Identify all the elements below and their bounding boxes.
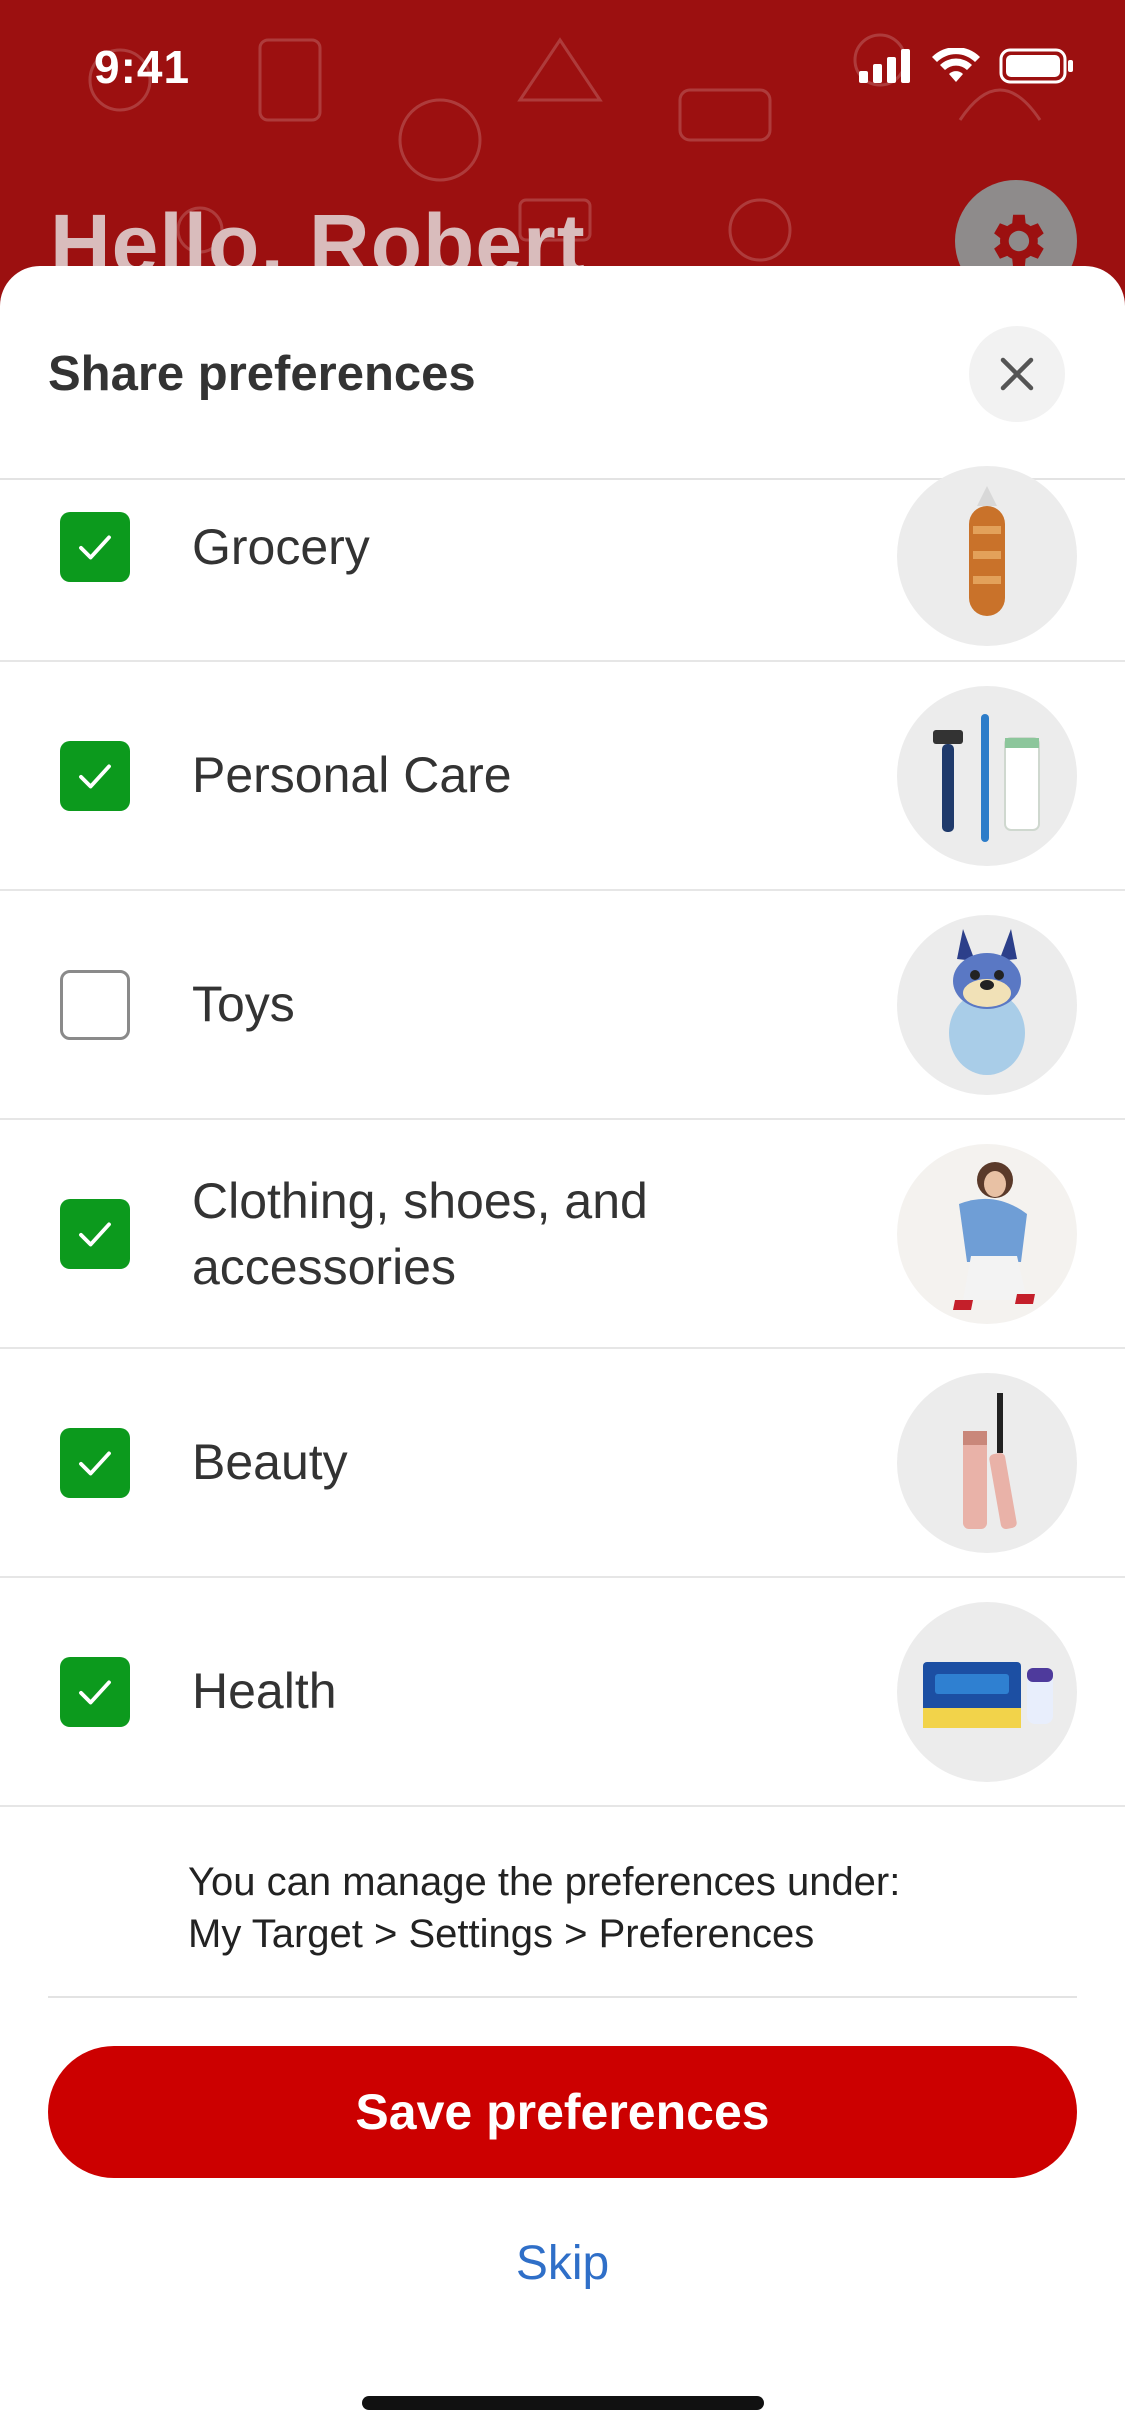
sheet-header: Share preferences: [0, 266, 1125, 480]
home-indicator: [362, 2396, 764, 2410]
list-item-clothing[interactable]: Clothing, shoes, and accessories: [0, 1120, 1125, 1349]
checkbox-personal-care[interactable]: [60, 741, 130, 811]
list-item-label: Toys: [192, 976, 295, 1032]
checkbox-toys[interactable]: [60, 970, 130, 1040]
health-image: [897, 1602, 1077, 1782]
status-icons: [859, 48, 1075, 84]
checkbox-grocery[interactable]: [60, 512, 130, 582]
divider: [48, 1996, 1077, 1998]
list-item-label: Personal Care: [192, 747, 512, 803]
note-line-1: You can manage the preferences under:: [188, 1860, 901, 1904]
save-preferences-button[interactable]: Save preferences: [48, 2046, 1077, 2178]
list-item-label: Health: [192, 1663, 337, 1719]
mascara-icon: [963, 1393, 1017, 1530]
checkmark-icon: [79, 1222, 111, 1247]
model-outfit-icon: [953, 1162, 1035, 1310]
list-item-label: Clothing, shoes, and accessories: [192, 1173, 648, 1295]
razor-toothbrush-icon: [933, 714, 1040, 842]
list-item-personal-care[interactable]: Personal Care: [0, 662, 1125, 891]
app-header: 9:41 Hello, Robert: [0, 0, 1125, 300]
checkmark-icon: [79, 535, 111, 560]
cellular-signal-icon: [859, 49, 910, 83]
grocery-image: [897, 466, 1077, 646]
personal-care-image: [897, 686, 1077, 866]
checkbox-beauty[interactable]: [60, 1428, 130, 1498]
checkmark-icon: [79, 1451, 111, 1476]
list-item-toys[interactable]: Toys: [0, 891, 1125, 1120]
toys-image: [897, 915, 1077, 1095]
checkbox-health[interactable]: [60, 1657, 130, 1727]
clothing-image: [897, 1144, 1077, 1324]
status-bar: 9:41: [0, 0, 1125, 140]
tampax-box-icon: [923, 1662, 1053, 1728]
share-preferences-sheet: Share preferences Grocery Personal Care …: [0, 266, 1125, 2436]
manage-preferences-note: You can manage the preferences under: My…: [188, 1856, 900, 1960]
list-item-health[interactable]: Health: [0, 1578, 1125, 1807]
close-button[interactable]: [969, 326, 1065, 422]
bread-loaf-icon: [969, 486, 1005, 616]
list-item-beauty[interactable]: Beauty: [0, 1349, 1125, 1578]
wifi-icon: [932, 48, 980, 82]
preferences-list: Grocery Personal Care Toys Clothing, sho…: [0, 466, 1125, 1807]
checkmark-icon: [79, 764, 111, 789]
list-item-label: Beauty: [192, 1434, 348, 1490]
list-item-grocery[interactable]: Grocery: [0, 466, 1125, 662]
checkbox-clothing[interactable]: [60, 1199, 130, 1269]
close-icon: [1000, 357, 1034, 391]
note-line-2: My Target > Settings > Preferences: [188, 1912, 815, 1956]
beauty-image: [897, 1373, 1077, 1553]
battery-icon: [999, 48, 1073, 84]
plush-toy-icon: [949, 929, 1025, 1075]
skip-link[interactable]: Skip: [0, 2236, 1125, 2291]
checkmark-icon: [79, 1680, 111, 1705]
list-item-label: Grocery: [192, 519, 370, 575]
status-time: 9:41: [94, 41, 191, 93]
sheet-title: Share preferences: [48, 347, 476, 401]
